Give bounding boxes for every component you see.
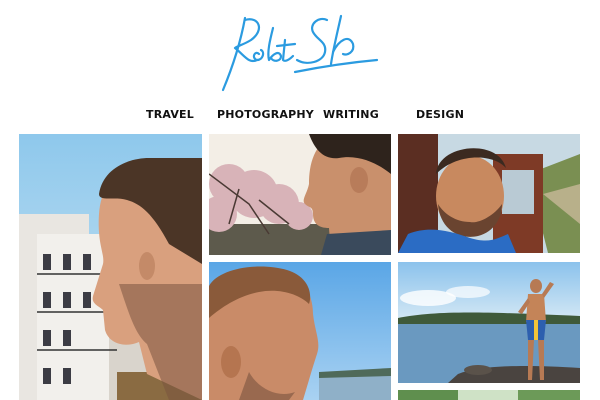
lake-shore-image (398, 262, 580, 383)
signature-logo[interactable] (215, 10, 385, 98)
nav-item-design[interactable]: DESIGN (416, 108, 464, 121)
lake-shore-photo[interactable] (398, 262, 580, 383)
cherry-blossom-portrait-photo[interactable] (209, 134, 391, 255)
signature-logo-mark (221, 14, 379, 92)
main-nav: TRAVEL PHOTOGRAPHY WRITING DESIGN (0, 108, 600, 126)
train-window-selfie-image (398, 134, 580, 253)
nav-item-photography[interactable]: PHOTOGRAPHY (217, 108, 314, 121)
nav-item-writing[interactable]: WRITING (323, 108, 379, 121)
sky-portrait-photo[interactable] (209, 262, 391, 400)
sky-portrait-image (209, 262, 391, 400)
cherry-blossom-portrait-image (209, 134, 391, 255)
portrait-profile-city-image (19, 134, 202, 400)
train-window-selfie-photo[interactable] (398, 134, 580, 253)
portrait-profile-city-photo[interactable] (19, 134, 202, 400)
partial-photo[interactable] (398, 390, 580, 400)
nav-item-travel[interactable]: TRAVEL (146, 108, 194, 121)
partial-photo-image (398, 390, 580, 400)
